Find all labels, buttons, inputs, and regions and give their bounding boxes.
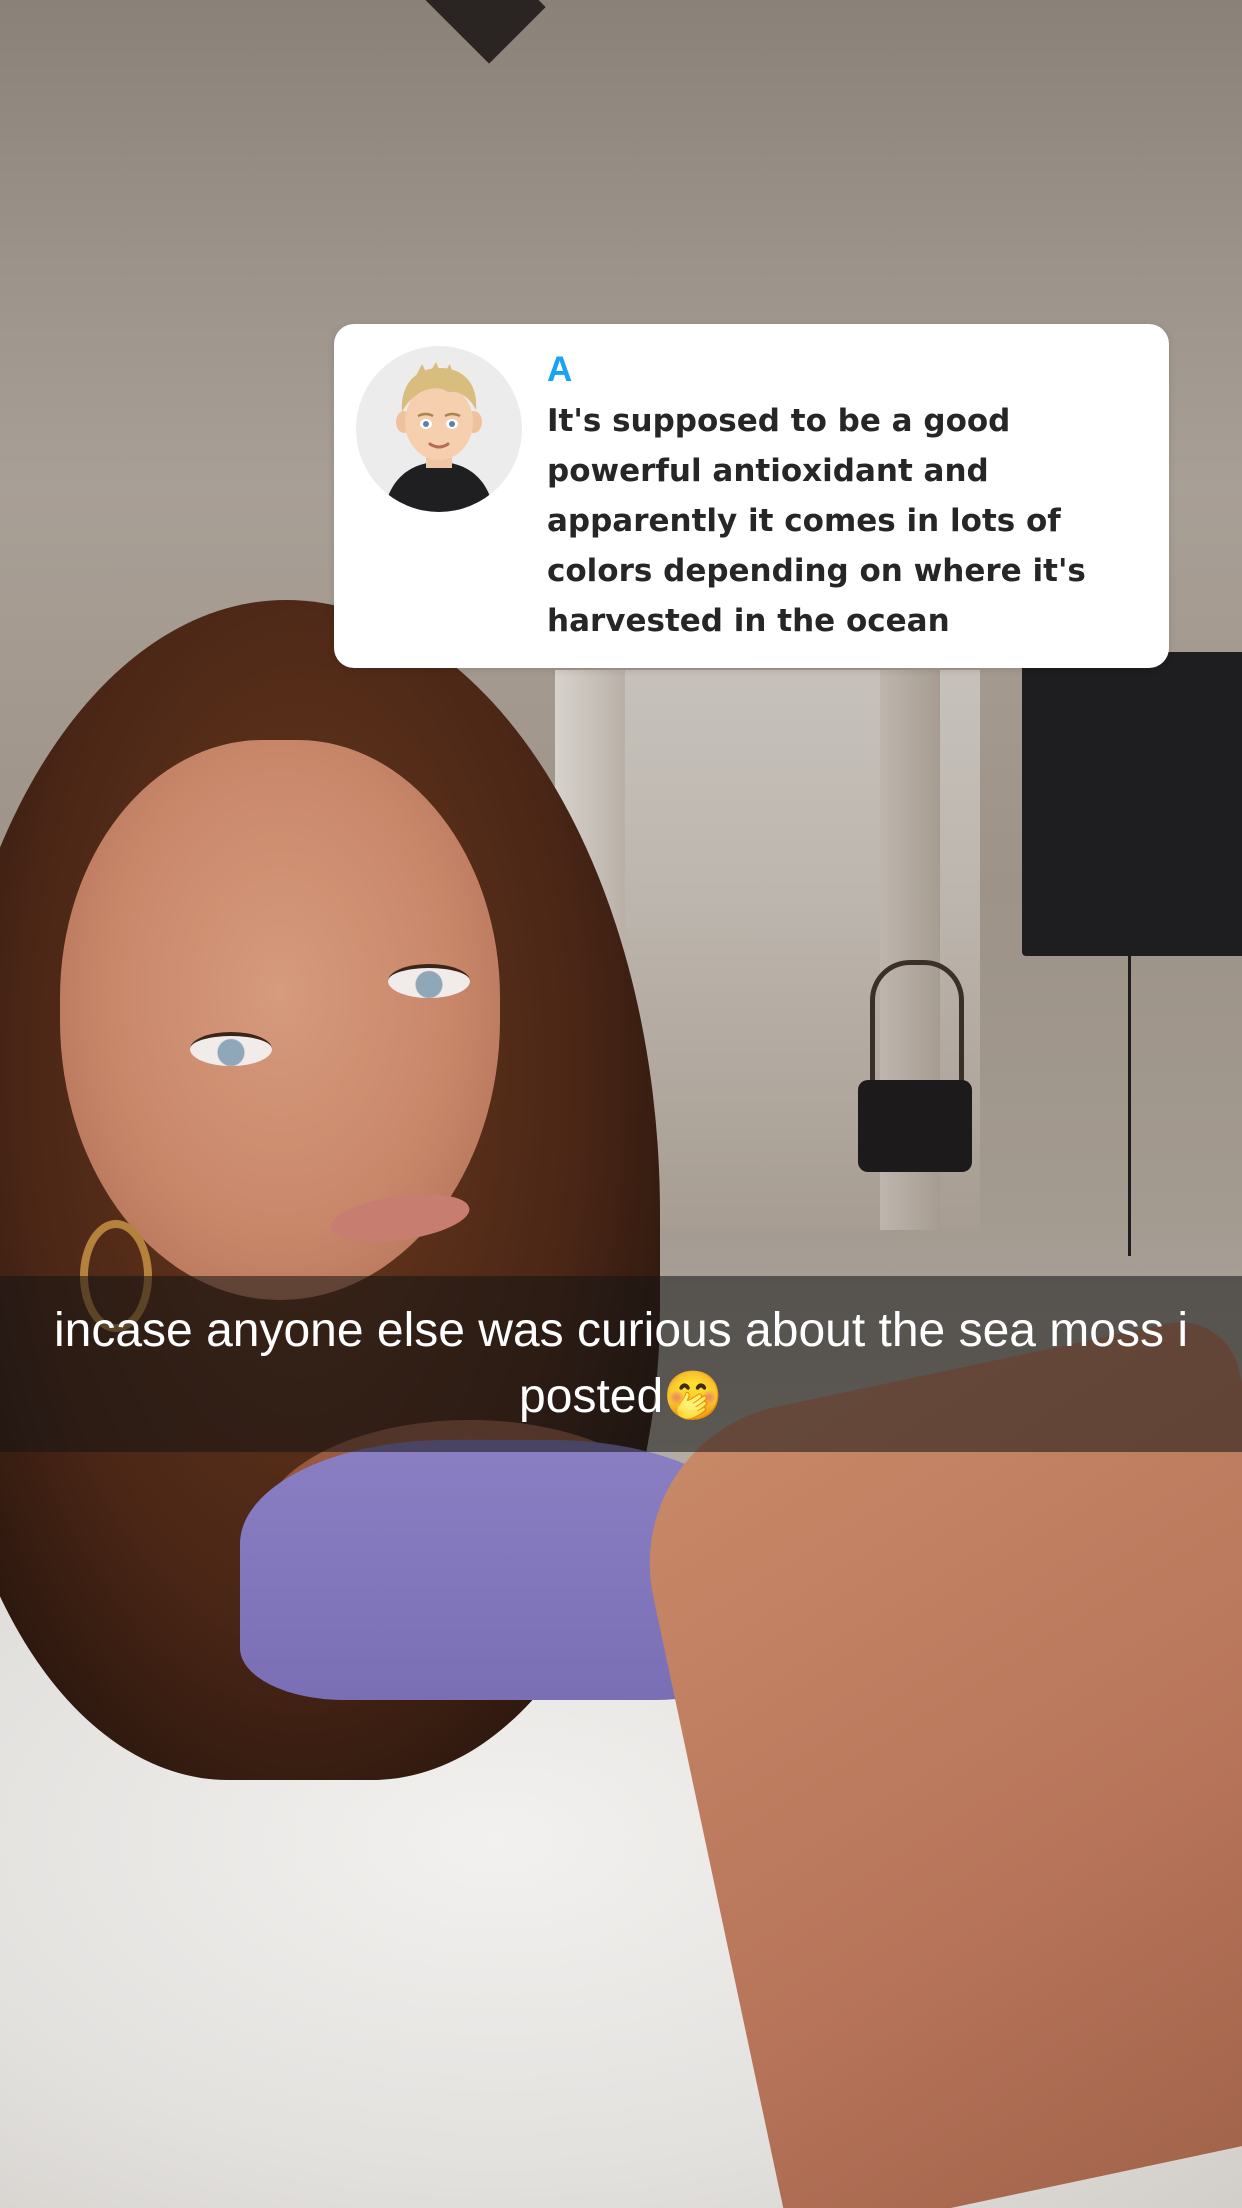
ceiling-lamp: [418, 0, 546, 64]
caption-bar[interactable]: incase anyone else was curious about the…: [0, 1276, 1242, 1452]
eye: [190, 1032, 272, 1066]
caption-text: incase anyone else was curious about the…: [54, 1304, 1188, 1423]
story-screen[interactable]: A It's supposed to be a good powerful an…: [0, 0, 1242, 2208]
handbag: [858, 1080, 972, 1172]
eye: [388, 964, 470, 998]
bitmoji-avatar-icon: [356, 346, 522, 512]
bag-strap: [870, 960, 964, 1095]
reply-message: It's supposed to be a good powerful anti…: [547, 403, 1086, 639]
reply-sticker[interactable]: A It's supposed to be a good powerful an…: [334, 324, 1169, 668]
reply-sender-name: A: [547, 350, 573, 389]
tv-cable: [1128, 956, 1131, 1256]
television: [1022, 652, 1242, 956]
